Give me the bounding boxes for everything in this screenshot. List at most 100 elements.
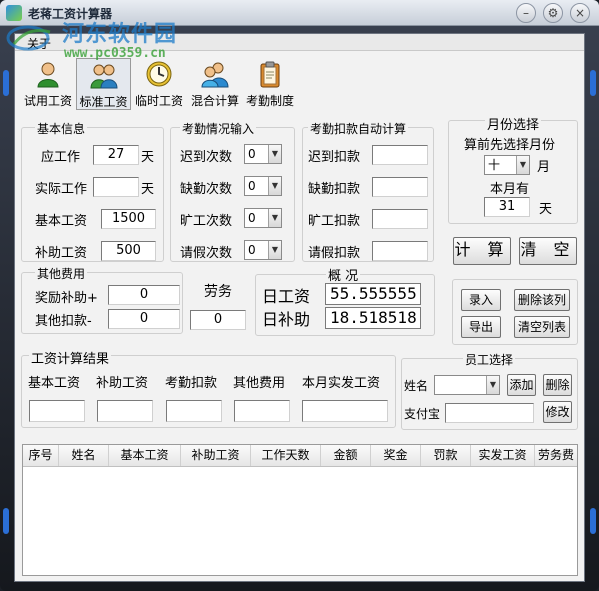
chevron-down-icon[interactable]: ▼ [268,209,281,227]
modify-employee-button[interactable]: 修改 [543,401,572,423]
result-title: 工资计算结果 [29,348,112,367]
settings-icon[interactable]: ⚙ [543,3,563,23]
actual-work-label: 实际工作 [35,182,88,197]
chevron-down-icon[interactable]: ▼ [486,376,499,394]
bonus-label: 奖励补助+ [35,291,98,306]
truant-count-value: 0 [248,211,256,225]
clipboard-icon [260,61,280,88]
users-icon [201,62,229,88]
salary-table[interactable]: 序号 姓名 基本工资 补助工资 工作天数 金额 奖金 罚款 实发工资 劳务费 [22,444,578,576]
truant-deduct-field[interactable] [372,209,428,229]
left-decor-bar [3,508,9,534]
month-unit: 月 [537,160,551,175]
column-header[interactable]: 金额 [321,445,371,466]
days-unit: 天 [539,202,553,217]
app-icon [6,5,22,21]
daily-subsidy-value: 18.518518 [325,307,421,329]
subsidy-label: 补助工资 [35,246,88,261]
other-deduct-field[interactable]: 0 [108,309,180,329]
enter-button[interactable]: 录入 [461,289,501,311]
close-icon[interactable]: × [570,3,590,23]
column-header[interactable]: 姓名 [59,445,109,466]
tool-attendance-policy[interactable]: 考勤制度 [242,58,298,110]
month-value: 十 [488,158,501,172]
tool-standard-salary[interactable]: 标准工资 [76,58,131,110]
chevron-down-icon[interactable]: ▼ [516,156,529,174]
absent-count-label: 缺勤次数 [180,182,233,197]
absent-deduct-field[interactable] [372,177,428,197]
actual-work-field[interactable] [93,177,139,197]
delete-row-button[interactable]: 删除该列 [514,289,570,311]
chevron-down-icon[interactable]: ▼ [268,241,281,259]
result-other-field[interactable] [234,400,290,422]
result-attendance-field[interactable] [166,400,222,422]
late-deduct-field[interactable] [372,145,428,165]
late-count-select[interactable]: 0 ▼ [244,144,282,164]
column-header[interactable]: 实发工资 [471,445,535,466]
column-header[interactable]: 劳务费 [535,445,577,466]
clock-icon [146,61,172,87]
truant-deduct-label: 旷工扣款 [308,214,361,229]
result-net-field[interactable] [302,400,388,422]
labor-field[interactable]: 0 [190,310,246,330]
column-header[interactable]: 基本工资 [109,445,181,466]
result-label-net: 本月实发工资 [302,376,381,391]
column-header[interactable]: 工作天数 [251,445,321,466]
alipay-field[interactable] [445,403,534,423]
tool-label: 考勤制度 [245,94,294,108]
absent-deduct-label: 缺勤扣款 [308,182,361,197]
bonus-field[interactable]: 0 [108,285,180,305]
employee-name-select[interactable]: ▼ [434,375,500,395]
base-salary-field[interactable]: 1500 [101,209,156,229]
tool-temp-salary[interactable]: 临时工资 [131,58,187,110]
chevron-down-icon[interactable]: ▼ [268,145,281,163]
tool-label: 混合计算 [190,94,239,108]
deduction-title: 考勤扣款自动计算 [308,120,409,137]
leave-count-label: 请假次数 [180,246,233,261]
absent-count-select[interactable]: 0 ▼ [244,176,282,196]
minimize-icon[interactable]: – [516,3,536,23]
base-salary-label: 基本工资 [35,214,88,229]
group-icon [89,64,118,89]
tool-trial-salary[interactable]: 试用工资 [19,58,77,110]
should-work-field[interactable]: 27 [93,145,139,165]
late-count-label: 迟到次数 [180,150,233,165]
column-header[interactable]: 罚款 [421,445,471,466]
column-header[interactable]: 补助工资 [181,445,251,466]
watermark-logo [6,25,51,51]
actual-work-unit: 天 [141,182,155,197]
other-fees-title: 其他费用 [35,265,88,282]
result-label-base: 基本工资 [28,376,81,391]
leave-deduct-field[interactable] [372,241,428,261]
calculate-button[interactable]: 计 算 [453,237,511,265]
result-label-other: 其他费用 [233,376,286,391]
leave-deduct-label: 请假扣款 [308,246,361,261]
other-deduct-label: 其他扣款- [35,314,92,329]
leave-count-value: 0 [248,243,256,257]
should-work-unit: 天 [141,150,155,165]
late-count-value: 0 [248,147,256,161]
chevron-down-icon[interactable]: ▼ [268,177,281,195]
export-button[interactable]: 导出 [461,316,501,338]
person-icon [37,62,59,88]
column-header[interactable]: 奖金 [371,445,421,466]
tool-mixed-calc[interactable]: 混合计算 [187,58,243,110]
left-decor-bar [3,70,9,96]
subsidy-field[interactable]: 500 [101,241,156,261]
attendance-title: 考勤情况输入 [180,120,257,137]
clear-list-button[interactable]: 清空列表 [514,316,570,338]
days-field[interactable]: 31 [484,197,530,217]
clear-button[interactable]: 清 空 [519,237,577,265]
employee-name-label: 姓名 [404,379,429,393]
add-employee-button[interactable]: 添加 [507,374,536,396]
month-select[interactable]: 十 ▼ [484,155,530,175]
tool-label: 临时工资 [134,94,183,108]
result-subsidy-field[interactable] [97,400,153,422]
should-work-label: 应工作 [41,150,81,165]
truant-count-select[interactable]: 0 ▼ [244,208,282,228]
absent-count-value: 0 [248,179,256,193]
delete-employee-button[interactable]: 删除 [543,374,572,396]
result-base-field[interactable] [29,400,85,422]
leave-count-select[interactable]: 0 ▼ [244,240,282,260]
column-header[interactable]: 序号 [23,445,59,466]
